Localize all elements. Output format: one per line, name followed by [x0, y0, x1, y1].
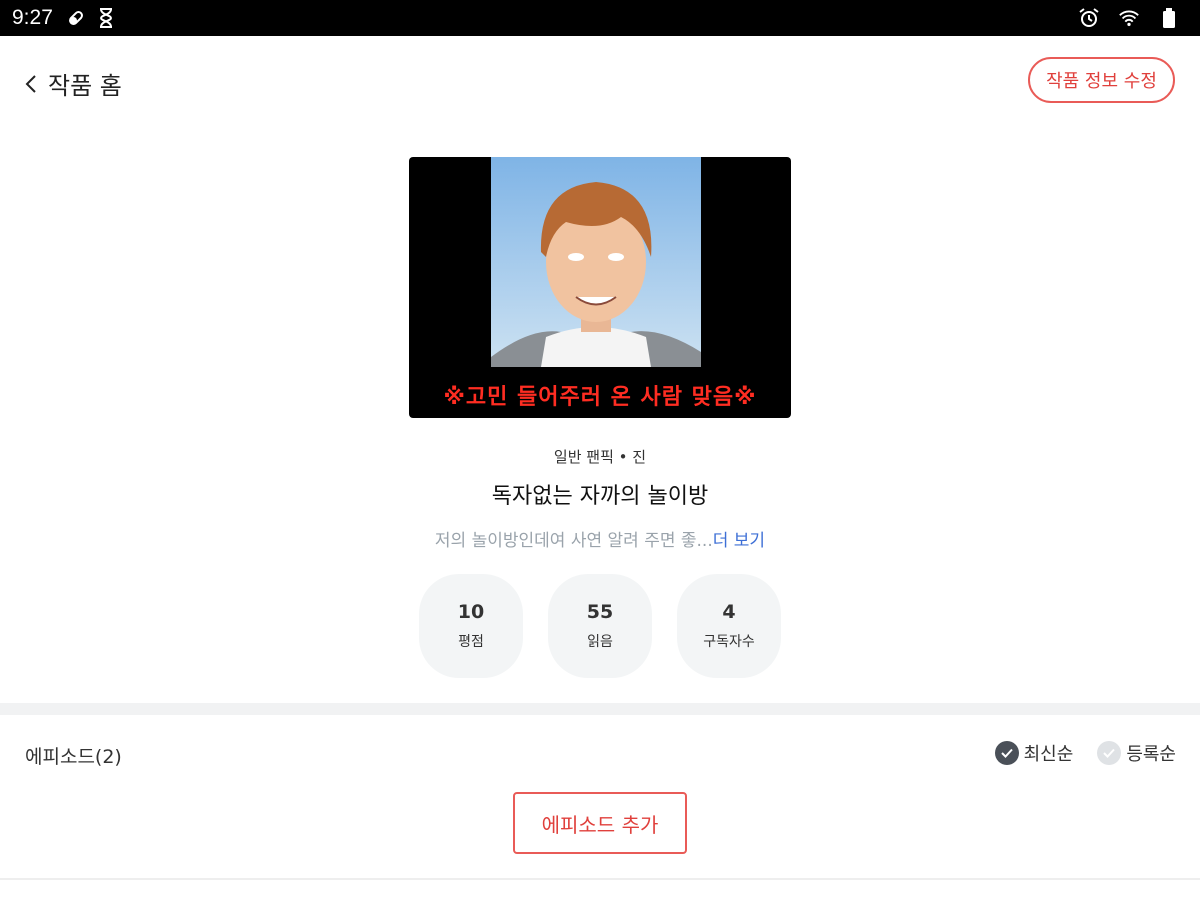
header: 작품 홈 작품 정보 수정 [0, 36, 1200, 132]
alarm-icon [1078, 7, 1100, 29]
stat-reads: 55 읽음 [548, 574, 652, 678]
status-icons-right [1078, 0, 1188, 36]
pill-icon [65, 7, 87, 29]
stat-subscribers: 4 구독자수 [677, 574, 781, 678]
cover-image: ※고민 들어주러 온 사람 맞음※ [409, 157, 791, 418]
cover-caption: ※고민 들어주러 온 사람 맞음※ [443, 385, 757, 410]
edit-work-info-button[interactable]: 작품 정보 수정 [1028, 57, 1175, 103]
cover-photo [491, 157, 701, 367]
work-description: 저의 놀이방인데여 사연 알려 주면 좋...더 보기 [0, 526, 1200, 551]
stat-value: 4 [722, 601, 736, 623]
back-button[interactable]: 작품 홈 [24, 66, 122, 101]
description-text: 저의 놀이방인데여 사연 알려 주면 좋... [434, 531, 713, 551]
more-link[interactable]: 더 보기 [713, 531, 765, 551]
wifi-icon [1118, 7, 1140, 29]
status-time: 9:27 [12, 6, 53, 29]
add-episode-button[interactable]: 에피소드 추가 [513, 792, 687, 854]
work-title: 독자없는 자까의 놀이방 [491, 484, 709, 509]
sort-latest-label: 최신순 [1023, 744, 1074, 765]
status-bar: 9:27 [0, 0, 1200, 36]
episode-count-label: 에피소드(2) [25, 746, 122, 768]
bottom-divider [0, 878, 1200, 880]
stat-value: 55 [586, 601, 614, 623]
stats-row: 10 평점 55 읽음 4 구독자수 [419, 574, 781, 678]
stat-label: 평점 [458, 634, 484, 650]
sort-latest-option[interactable]: 최신순 [994, 740, 1074, 766]
chevron-left-icon [24, 69, 44, 99]
sort-options: 최신순 등록순 [994, 740, 1176, 766]
work-genre: 일반 팬픽 • 진 [553, 448, 647, 466]
stat-rating: 10 평점 [419, 574, 523, 678]
stat-value: 10 [457, 601, 485, 623]
hourglass-icon [95, 7, 117, 29]
section-divider [0, 703, 1200, 715]
battery-icon [1158, 7, 1180, 29]
stat-label: 읽음 [587, 634, 613, 650]
check-circle-icon [994, 741, 1019, 765]
back-label: 작품 홈 [48, 72, 122, 100]
stat-label: 구독자수 [703, 634, 755, 650]
sort-registered-label: 등록순 [1126, 744, 1176, 765]
check-circle-icon [1097, 741, 1122, 765]
sort-registered-option[interactable]: 등록순 [1097, 740, 1176, 766]
